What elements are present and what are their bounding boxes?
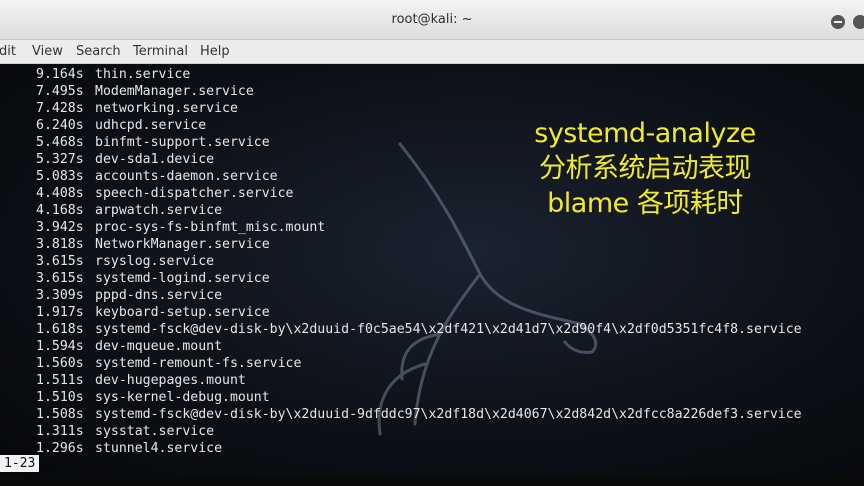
blame-unit: speech-dispatcher.service [95, 186, 294, 201]
blame-unit: sysstat.service [95, 424, 215, 439]
caption-line-2: 分析系统启动表现 [539, 153, 752, 184]
blame-time: 5.083s [36, 169, 84, 184]
window-titlebar[interactable]: root@kali: ~ [0, 0, 864, 40]
blame-unit: dev-hugepages.mount [95, 373, 246, 388]
blame-unit: dev-sda1.device [95, 152, 215, 167]
blame-unit: udhcpd.service [95, 118, 207, 133]
blame-time: 1.508s [36, 407, 84, 422]
blame-unit: accounts-daemon.service [95, 169, 278, 184]
blame-time: 3.615s [36, 271, 84, 286]
blame-time: 3.309s [36, 288, 84, 303]
terminal-area[interactable]: 9.164s thin.service 7.495s ModemManager.ser… [0, 64, 864, 476]
close-button[interactable] [853, 15, 864, 29]
menu-bar: dit View Search Terminal Help [0, 40, 864, 64]
blame-time: 1.594s [36, 339, 84, 354]
menu-help[interactable]: Help [200, 44, 230, 59]
blame-unit: sys-kernel-debug.mount [95, 390, 270, 405]
blame-unit: arpwatch.service [95, 203, 223, 218]
blame-time: 7.428s [36, 101, 84, 116]
blame-unit: thin.service [95, 67, 191, 82]
minimize-button[interactable] [831, 15, 845, 29]
blame-time: 1.618s [36, 322, 84, 337]
blame-time: 1.560s [36, 356, 84, 371]
menu-terminal[interactable]: Terminal [133, 44, 188, 59]
blame-time: 4.168s [36, 203, 84, 218]
blame-time: 1.311s [36, 424, 84, 439]
caption-line-1: systemd-analyze [534, 118, 756, 149]
blame-unit: ModemManager.service [95, 84, 254, 99]
window-title: root@kali: ~ [391, 12, 473, 27]
blame-unit: networking.service [95, 101, 238, 116]
blame-unit: NetworkManager.service [95, 237, 270, 252]
blame-unit: systemd-fsck@dev-disk-by\x2duuid-9dfddc9… [95, 407, 802, 422]
blame-time: 5.327s [36, 152, 84, 167]
blame-unit: binfmt-support.service [95, 135, 270, 150]
blame-time: 6.240s [36, 118, 84, 133]
blame-unit: systemd-remount-fs.service [95, 356, 302, 371]
menu-view[interactable]: View [32, 44, 63, 59]
pager-status: 1-23 [0, 455, 40, 472]
blame-unit: keyboard-setup.service [95, 305, 270, 320]
blame-unit: rsyslog.service [95, 254, 215, 269]
blame-unit: systemd-logind.service [95, 271, 270, 286]
blame-time: 7.495s [36, 84, 84, 99]
blame-time: 1.510s [36, 390, 84, 405]
blame-unit: proc-sys-fs-binfmt_misc.mount [95, 220, 326, 235]
blame-time: 1.917s [36, 305, 84, 320]
blame-time: 3.818s [36, 237, 84, 252]
blame-unit: pppd-dns.service [95, 288, 223, 303]
blame-unit: dev-mqueue.mount [95, 339, 223, 354]
blame-time: 9.164s [36, 67, 84, 82]
video-caption: systemd-analyze 分析系统启动表现 blame 各项耗时 [500, 116, 790, 221]
blame-time: 3.615s [36, 254, 84, 269]
blame-time: 3.942s [36, 220, 84, 235]
blame-unit: systemd-fsck@dev-disk-by\x2duuid-f0c5ae5… [95, 322, 802, 337]
caption-line-3: blame 各项耗时 [547, 188, 743, 219]
blame-time: 1.296s [36, 441, 84, 456]
bottom-strip [0, 476, 864, 486]
menu-search[interactable]: Search [76, 44, 121, 59]
blame-time: 4.408s [36, 186, 84, 201]
blame-time: 1.511s [36, 373, 84, 388]
blame-unit: stunnel4.service [95, 441, 223, 456]
menu-edit[interactable]: dit [0, 44, 16, 59]
blame-time: 5.468s [36, 135, 84, 150]
